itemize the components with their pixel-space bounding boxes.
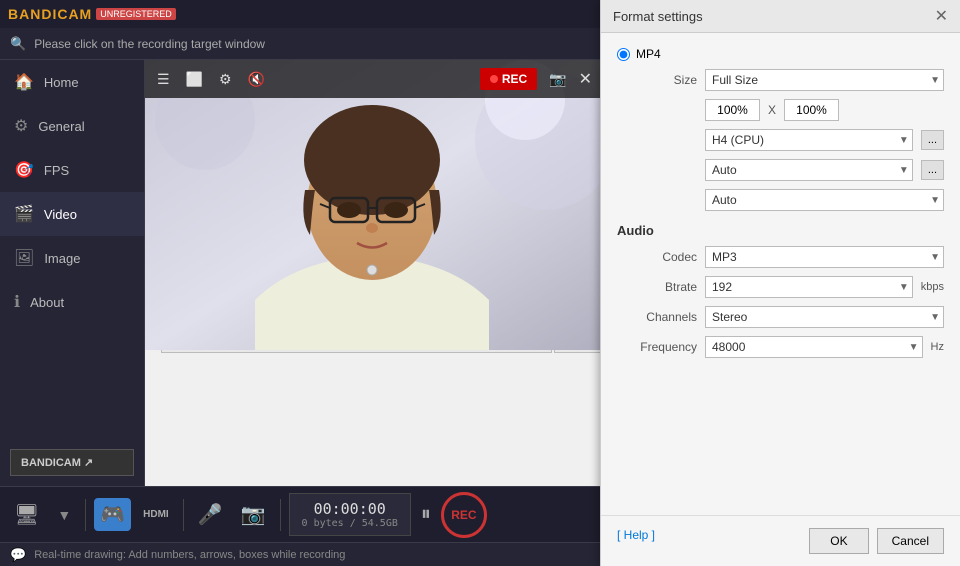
sidebar-item-home[interactable]: 🏠 Home: [0, 60, 144, 104]
bandicam-link[interactable]: BANDICAM ↗: [10, 449, 134, 476]
sidebar-bottom: BANDICAM ↗: [0, 439, 144, 486]
rec-dot: [490, 75, 498, 83]
sidebar: 🏠 Home ⚙ General 🎯 FPS 🎬 Video 🖼 Image ℹ: [0, 60, 145, 486]
format-radio-row: MP4: [617, 60, 944, 61]
screen-capture-btn[interactable]: 🖥: [8, 498, 45, 531]
timer-display: 00:00:00 0 bytes / 54.5GB: [289, 493, 411, 536]
channels-row: Channels Stereo Mono ▼: [617, 306, 944, 328]
search-placeholder-text: Please click on the recording target win…: [34, 37, 265, 51]
toolbar-separator-3: [280, 499, 281, 531]
size-row: Size Full Size Half Size Custom ▼: [617, 69, 944, 91]
bitrate-row: Btrate 192 128 256 320 ▼ kbps: [617, 276, 944, 298]
home-icon: 🏠: [14, 72, 34, 92]
expand-btn[interactable]: ▼: [51, 503, 77, 527]
size-select[interactable]: Full Size Half Size Custom: [705, 69, 944, 91]
sidebar-image-label: Image: [44, 251, 80, 266]
frequency-select-wrap: 48000 44100 22050 ▼: [705, 336, 923, 358]
rec-circle-button[interactable]: REC: [441, 492, 487, 538]
sidebar-fps-label: FPS: [44, 163, 69, 178]
video-icon: 🎬: [14, 204, 34, 224]
pause-button[interactable]: ⏸: [417, 499, 435, 530]
sidebar-general-label: General: [38, 119, 84, 134]
preview-close-btn[interactable]: ✕: [579, 69, 592, 89]
size-select-wrap: Full Size Half Size Custom ▼: [705, 69, 944, 91]
main-area: 🏠 Home ⚙ General 🎯 FPS 🎬 Video 🖼 Image ℹ: [0, 60, 960, 486]
preview-toolbar: ☰ ⬜ ⚙ 🔇 REC 📷 ✕: [145, 60, 600, 98]
toolbar-separator-1: [85, 499, 86, 531]
dimensions-row: X: [617, 99, 944, 121]
fps-icon: 🎯: [14, 160, 34, 180]
channels-label: Channels: [617, 310, 697, 324]
status-text: Real-time drawing: Add numbers, arrows, …: [34, 549, 345, 561]
image-icon: 🖼: [14, 248, 34, 268]
preview-overlay: ☰ ⬜ ⚙ 🔇 REC 📷 ✕: [145, 60, 600, 350]
preview-menu-btn[interactable]: ☰: [153, 67, 174, 92]
audio-codec-select-wrap: MP3 AAC PCM ▼: [705, 246, 944, 268]
mic-btn[interactable]: 🎤: [192, 498, 229, 531]
x-separator: X: [768, 103, 776, 117]
logo: BANDICAM UNREGISTERED: [8, 6, 176, 22]
height-input[interactable]: [784, 99, 839, 121]
extra-select-wrap: Auto ▼: [705, 189, 944, 211]
video-codec-select-wrap: H4 (CPU) H264 (CPU) HEVC NVENC ▼: [705, 129, 913, 151]
hdmi-btn[interactable]: HDMI: [137, 505, 175, 524]
sidebar-item-video[interactable]: 🎬 Video: [0, 192, 144, 236]
sidebar-video-label: Video: [44, 207, 77, 222]
format-dialog: Format settings ✕ MP4 Size Full Size Hal…: [600, 60, 960, 486]
webcam-btn[interactable]: 📷: [235, 498, 272, 531]
preview-mute-btn[interactable]: 🔇: [244, 67, 269, 92]
preview-fullscreen-btn[interactable]: ⬜: [182, 67, 207, 92]
bitrate-select[interactable]: 192 128 256 320: [705, 276, 913, 298]
search-icon: 🔍: [10, 36, 26, 52]
rec-button[interactable]: REC: [480, 68, 537, 90]
video-codec-row2: Auto ▼ ...: [617, 159, 944, 181]
gamepad-btn[interactable]: 🎮: [94, 498, 131, 531]
bitrate-unit: kbps: [921, 281, 944, 293]
video-codec-browse-btn[interactable]: ...: [921, 130, 944, 150]
storage-text: 0 bytes / 54.5GB: [302, 518, 398, 529]
video-codec-select[interactable]: H4 (CPU) H264 (CPU) HEVC NVENC: [705, 129, 913, 151]
info-icon: ℹ: [14, 292, 20, 312]
audio-codec-select[interactable]: MP3 AAC PCM: [705, 246, 944, 268]
toolbar-separator-2: [183, 499, 184, 531]
chat-icon: 💬: [10, 547, 26, 563]
app-title: BANDICAM: [8, 6, 92, 22]
sidebar-item-fps[interactable]: 🎯 FPS: [0, 148, 144, 192]
sidebar-item-about[interactable]: ℹ About: [0, 280, 144, 324]
gear-icon: ⚙: [14, 116, 28, 136]
width-input[interactable]: [705, 99, 760, 121]
frequency-row: Frequency 48000 44100 22050 ▼ Hz: [617, 336, 944, 358]
size-label: Size: [617, 73, 697, 87]
video-codec-row1: H4 (CPU) H264 (CPU) HEVC NVENC ▼ ...: [617, 129, 944, 151]
format-radio-mp4[interactable]: [617, 60, 630, 61]
video-codec2-browse-btn[interactable]: ...: [921, 160, 944, 180]
unregistered-badge: UNREGISTERED: [96, 8, 176, 20]
extra-row: Auto ▼: [617, 189, 944, 211]
extra-select[interactable]: Auto: [705, 189, 944, 211]
video-codec2-select[interactable]: Auto: [705, 159, 913, 181]
channels-select[interactable]: Stereo Mono: [705, 306, 944, 328]
sidebar-about-label: About: [30, 295, 64, 310]
sidebar-item-general[interactable]: ⚙ General: [0, 104, 144, 148]
channels-select-wrap: Stereo Mono ▼: [705, 306, 944, 328]
sidebar-item-image[interactable]: 🖼 Image: [0, 236, 144, 280]
bitrate-label: Btrate: [617, 280, 697, 294]
preview-image: [145, 60, 600, 350]
timer-text: 00:00:00: [314, 500, 386, 518]
preview-settings-btn[interactable]: ⚙: [215, 67, 236, 92]
audio-codec-label: Codec: [617, 250, 697, 264]
format-radio-mp4-label: MP4: [636, 60, 661, 61]
bitrate-select-wrap: 192 128 256 320 ▼: [705, 276, 913, 298]
frequency-select[interactable]: 48000 44100 22050: [705, 336, 923, 358]
sidebar-home-label: Home: [44, 75, 79, 90]
app-window: BANDICAM UNREGISTERED — □ ✕ 🔍 Please cli…: [0, 0, 960, 566]
video-codec2-select-wrap: Auto ▼: [705, 159, 913, 181]
frequency-unit: Hz: [931, 341, 944, 353]
audio-section-title: Audio: [617, 223, 944, 238]
dialog-content: MP4 Size Full Size Half Size Custom ▼: [601, 60, 960, 486]
preview-camera-btn[interactable]: 📷: [545, 67, 570, 92]
frequency-label: Frequency: [617, 340, 697, 354]
audio-codec-row: Codec MP3 AAC PCM ▼: [617, 246, 944, 268]
